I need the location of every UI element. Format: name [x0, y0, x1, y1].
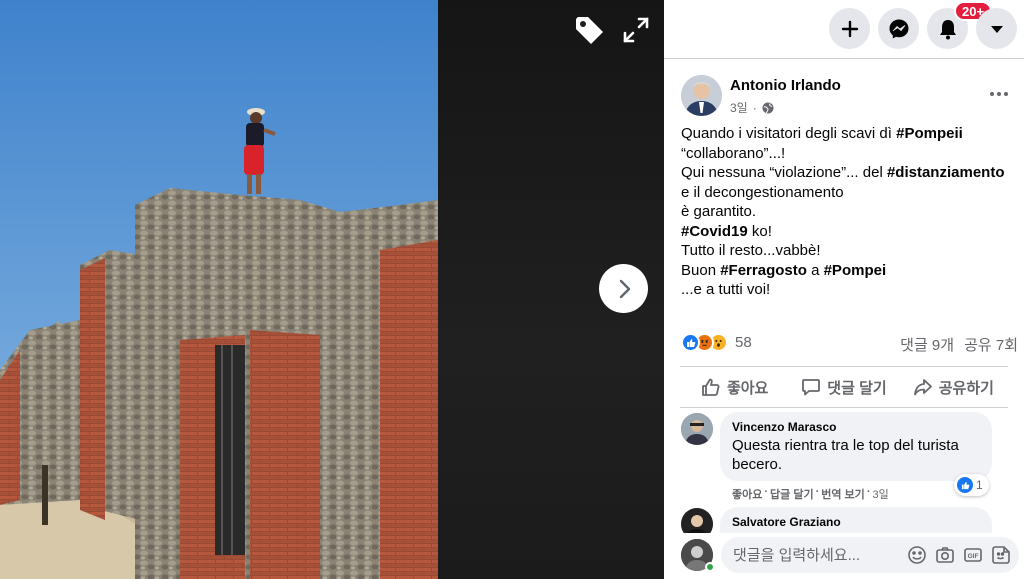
like-reaction-icon	[681, 333, 700, 352]
bell-icon	[939, 19, 956, 39]
comment-like-link[interactable]: 좋아요	[732, 486, 762, 502]
hashtag-link[interactable]: #distanziamento	[887, 164, 1005, 181]
chevron-right-icon	[619, 279, 630, 298]
messenger-icon	[889, 19, 908, 38]
commenter-name[interactable]: Salvatore Graziano	[732, 515, 980, 529]
svg-text:GIF: GIF	[968, 553, 979, 560]
share-label: 공유하기	[938, 379, 994, 397]
commenter-name[interactable]: Vincenzo Marasco	[732, 420, 980, 434]
post-text-segment: è garantito.	[681, 203, 757, 220]
post-text-segment: “collaborano”...!	[681, 144, 786, 162]
post-text-line: Qui nessuna “violazione”... del #distanz…	[681, 163, 1016, 183]
caret-down-icon	[990, 25, 1003, 33]
post-text-segment: Quando i visitatori degli scavi dì	[681, 125, 897, 142]
post-text-segment: Buon	[681, 261, 721, 279]
divider	[680, 366, 1008, 367]
divider	[680, 407, 1008, 408]
author-avatar[interactable]	[681, 75, 722, 116]
post-text-line: Buon #Ferragosto a #Pompei	[681, 261, 1016, 281]
post-text-line: ...e a tutti voi!	[681, 280, 1016, 300]
gif-icon[interactable]: GIF	[963, 545, 983, 565]
comment-translate-link[interactable]: 번역 보기	[821, 486, 865, 502]
thumbs-up-icon	[702, 378, 720, 396]
post-counts: 댓글 9개 공유 7회	[900, 334, 1018, 355]
comment-composer: GIF	[664, 533, 1024, 579]
online-status-dot	[705, 562, 715, 572]
reactions-summary[interactable]: 58	[681, 333, 752, 352]
post-text-line: “collaborano”...!	[681, 144, 1016, 164]
camera-icon[interactable]	[935, 545, 955, 565]
post-panel: 20+ Antonio Irlando 3일 · Quando i visita…	[664, 0, 1024, 579]
share-button[interactable]: 공유하기	[899, 369, 1008, 405]
messenger-button[interactable]	[878, 8, 919, 49]
shares-count[interactable]: 공유 7회	[964, 334, 1018, 355]
photo-viewer	[0, 0, 664, 579]
hashtag-link[interactable]: #Pompeii	[896, 125, 963, 142]
comment-reply-link[interactable]: 답글 달기	[770, 486, 814, 502]
create-button[interactable]	[829, 8, 870, 49]
account-button[interactable]	[976, 8, 1017, 49]
post-text-segment: e il decongestionamento	[681, 183, 844, 201]
expand-icon[interactable]	[620, 14, 652, 46]
post-text-line: è garantito.	[681, 202, 1016, 222]
post-text-segment: Qui nessuna “violazione”... del	[681, 164, 887, 181]
post-text-line: #Covid19 ko!	[681, 222, 1016, 242]
tag-icon[interactable]	[572, 13, 608, 49]
post-meta: 3일 ·	[730, 99, 774, 116]
hashtag-link[interactable]: #Pompei	[824, 262, 887, 279]
post-text-line: Quando i visitatori degli scavi dì #Pomp…	[681, 124, 1016, 144]
author-name[interactable]: Antonio Irlando	[730, 77, 841, 94]
commenter-avatar[interactable]	[681, 413, 713, 445]
post-text-segment: ...e a tutti voi!	[681, 281, 771, 298]
post-time[interactable]: 3일	[730, 99, 748, 116]
comment-text: Questa rientra tra le top del turista be…	[732, 437, 959, 473]
post-text-line: Tutto il resto...vabbè!	[681, 241, 1016, 261]
comment-bubble: Vincenzo Marasco Questa rientra tra le t…	[720, 412, 992, 481]
comment-reaction-number: 1	[976, 478, 983, 492]
comment-input-box[interactable]: GIF	[721, 537, 1019, 573]
comment-input[interactable]	[733, 546, 883, 564]
comments-count[interactable]: 댓글 9개	[900, 334, 954, 355]
plus-icon	[841, 20, 858, 37]
hashtag-link[interactable]: #Covid19	[681, 223, 748, 240]
hashtag-link[interactable]: #Ferragosto	[720, 262, 807, 279]
top-divider	[664, 58, 1024, 59]
sticker-icon[interactable]	[991, 545, 1011, 565]
post-text-segment: Tutto il resto...vabbè!	[681, 242, 821, 259]
more-horizontal-icon	[990, 92, 1008, 96]
globe-icon	[762, 102, 774, 113]
post-text: Quando i visitatori degli scavi dì #Pomp…	[681, 124, 1016, 300]
comment-time[interactable]: 3일	[872, 486, 888, 502]
comment-reaction-count[interactable]: 1	[954, 474, 989, 496]
composer-tools: GIF	[907, 545, 1011, 565]
like-label: 좋아요	[726, 379, 769, 397]
reaction-count: 58	[735, 334, 752, 351]
comment-icon	[802, 379, 821, 396]
post-text-line: e il decongestionamento	[681, 183, 1016, 203]
post-text-segment: ko!	[747, 222, 772, 240]
post-photo	[0, 0, 438, 579]
share-icon	[913, 379, 932, 396]
comment-button[interactable]: 댓글 달기	[789, 369, 898, 405]
post-text-segment: a	[806, 261, 824, 279]
top-bar: 20+	[664, 0, 1024, 58]
post-actions: 좋아요 댓글 달기 공유하기	[680, 369, 1008, 405]
more-options-button[interactable]	[986, 84, 1012, 104]
comment-label: 댓글 달기	[827, 379, 887, 397]
like-reaction-icon	[957, 477, 973, 493]
like-button[interactable]: 좋아요	[680, 369, 789, 405]
comment-actions: 좋아요 · 답글 달기 · 번역 보기 · 3일	[732, 486, 889, 502]
emoji-icon[interactable]	[907, 545, 927, 565]
next-photo-button[interactable]	[599, 264, 648, 313]
